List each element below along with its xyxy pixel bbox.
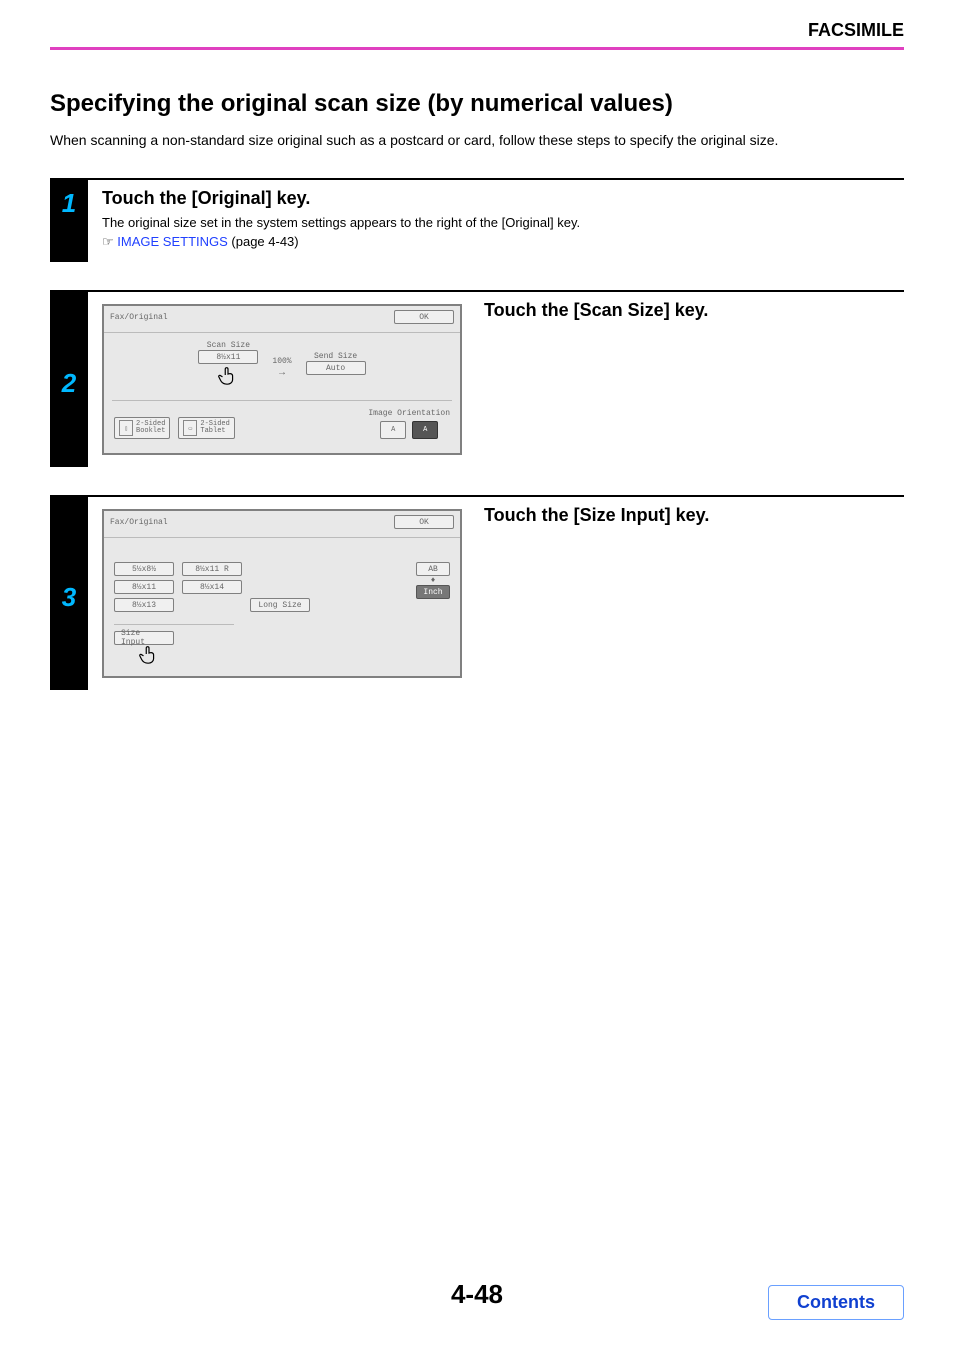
unit-ab-button[interactable]: AB (416, 562, 450, 576)
step-1: 1 Touch the [Original] key. The original… (50, 178, 904, 262)
pointer-icon: ☞ (102, 234, 114, 249)
ok-button[interactable]: OK (394, 515, 454, 529)
arrow-icon: → (279, 368, 285, 379)
tablet-icon: ▭ (183, 420, 197, 436)
panel-title: Fax/Original (110, 313, 168, 322)
size-8half11r-button[interactable]: 8½x11 R (182, 562, 242, 576)
page-title: Specifying the original scan size (by nu… (50, 90, 904, 118)
step-number: 3 (50, 497, 88, 690)
page-category: FACSIMILE (50, 20, 904, 47)
two-sided-tablet-button[interactable]: ▭ 2-Sided Tablet (178, 417, 234, 439)
booklet-label: Booklet (136, 428, 165, 435)
step-heading: Touch the [Original] key. (102, 188, 904, 209)
step-description: The original size set in the system sett… (102, 215, 904, 230)
size-8half11-button[interactable]: 8½x11 (114, 580, 174, 594)
send-size-button[interactable]: Auto (306, 361, 366, 375)
step-3: 3 Fax/Original OK (50, 495, 904, 690)
link-ref: (page 4-43) (228, 234, 299, 249)
size-8half13-button[interactable]: 8½x13 (114, 598, 174, 612)
panel-title: Fax/Original (110, 518, 168, 527)
orientation-landscape-button[interactable]: A (412, 421, 438, 439)
scan-size-button[interactable]: 8½x11 (198, 350, 258, 364)
fax-original-panel-sizes: Fax/Original OK 5½x8½ 8½x11 R (102, 509, 462, 678)
step-heading: Touch the [Size Input] key. (484, 505, 904, 526)
ok-button[interactable]: OK (394, 310, 454, 324)
size-8half14-button[interactable]: 8½x14 (182, 580, 242, 594)
step-number: 2 (50, 292, 88, 467)
contents-button[interactable]: Contents (768, 1285, 904, 1320)
size-5half-button[interactable]: 5½x8½ (114, 562, 174, 576)
step-heading: Touch the [Scan Size] key. (484, 300, 904, 321)
unit-divider-icon: ♦ (431, 576, 436, 585)
touch-hand-icon (217, 364, 239, 386)
two-sided-booklet-button[interactable]: ▯ 2-Sided Booklet (114, 417, 170, 439)
send-size-label: Send Size (314, 352, 357, 361)
fax-original-panel: Fax/Original OK Scan Size 8½x11 (102, 304, 462, 455)
step-number: 1 (50, 180, 88, 262)
image-orientation-label: Image Orientation (368, 409, 450, 418)
step-link-line: ☞ IMAGE SETTINGS (page 4-43) (102, 234, 904, 250)
booklet-icon: ▯ (119, 420, 133, 436)
scan-size-label: Scan Size (207, 341, 250, 350)
image-settings-link[interactable]: IMAGE SETTINGS (117, 234, 228, 249)
unit-inch-button[interactable]: Inch (416, 585, 450, 599)
touch-hand-icon (138, 643, 160, 665)
intro-text: When scanning a non-standard size origin… (50, 132, 904, 148)
tablet-label: Tablet (200, 428, 229, 435)
long-size-button[interactable]: Long Size (250, 598, 310, 612)
step-2: 2 Fax/Original OK (50, 290, 904, 467)
ratio-label: 100% (272, 357, 291, 366)
orientation-portrait-button[interactable]: A (380, 421, 406, 439)
header-divider (50, 47, 904, 50)
